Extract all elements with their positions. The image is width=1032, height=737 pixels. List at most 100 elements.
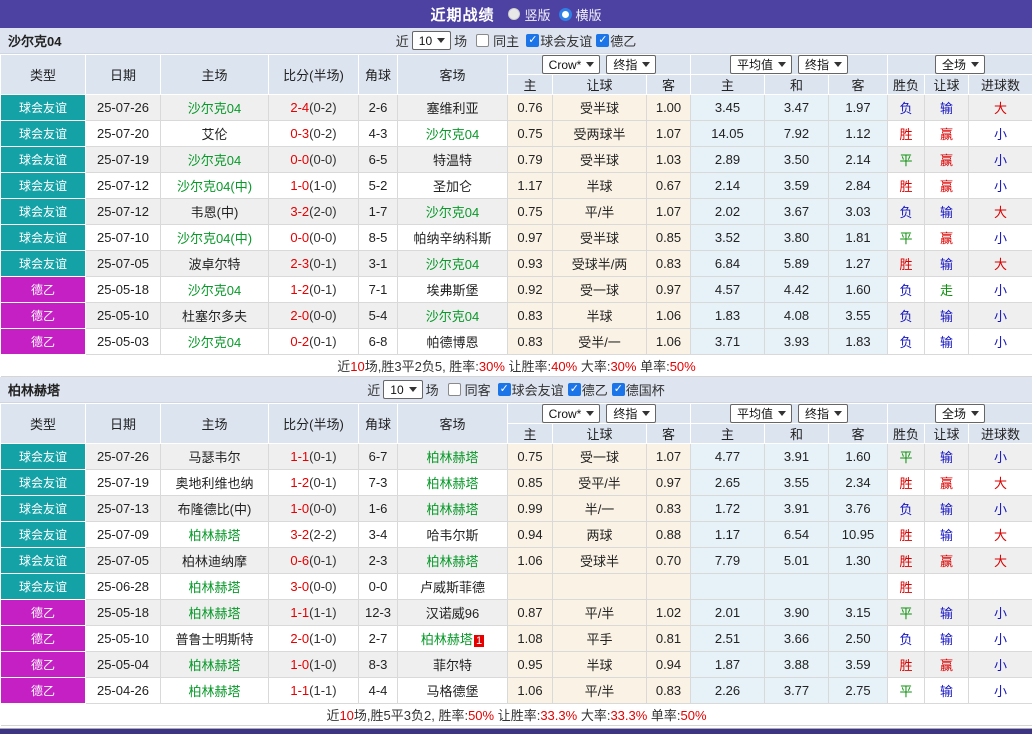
fulltime-score: 1-1 xyxy=(290,449,310,464)
result-wdl: 胜 xyxy=(887,120,926,147)
handicap-away-odds: 0.97 xyxy=(646,469,691,496)
home-team-link[interactable]: 普鲁士明斯特 xyxy=(175,632,253,647)
handicap-line: 平/半 xyxy=(552,198,647,225)
league-checkbox[interactable] xyxy=(611,382,625,396)
home-team-link[interactable]: 艾伦 xyxy=(201,127,227,142)
radio-icon[interactable] xyxy=(508,8,521,20)
home-team-link[interactable]: 布隆德比(中) xyxy=(178,502,252,517)
home-team-link[interactable]: 沙尔克04(中) xyxy=(177,231,252,246)
home-team-link[interactable]: 沙尔克04 xyxy=(188,153,241,168)
away-team-link[interactable]: 柏林赫塔 xyxy=(426,450,478,465)
away-team-link[interactable]: 沙尔克04 xyxy=(426,309,479,324)
league-checkbox[interactable] xyxy=(526,33,540,47)
recent-results-page: 近期战绩 竖版 横版 沙尔克04 近 10 场 同主 ✓ 球会友谊 ✓ 德乙 类… xyxy=(0,0,1032,737)
league-filter: 德乙 xyxy=(592,31,636,50)
avg-away-odds: 3.55 xyxy=(827,302,889,329)
home-team-link[interactable]: 沙尔克04 xyxy=(188,101,241,116)
home-team-cell: 艾伦 xyxy=(160,120,269,147)
handicap-away-odds: 1.07 xyxy=(646,443,691,470)
home-team-link[interactable]: 柏林迪纳摩 xyxy=(182,554,247,569)
home-team-link[interactable]: 波卓尔特 xyxy=(188,257,240,272)
score-cell: 1-0(0-0) xyxy=(268,495,359,522)
corners-cell: 3-1 xyxy=(358,250,398,277)
fullmatch-select[interactable]: 全场 xyxy=(935,55,986,74)
away-team-link[interactable]: 马格德堡 xyxy=(426,684,478,699)
result-wdl: 平 xyxy=(887,677,926,704)
away-team-link[interactable]: 沙尔克04 xyxy=(426,257,479,272)
result-wdl: 负 xyxy=(887,276,926,303)
average-stage-select[interactable]: 终指 xyxy=(798,55,849,74)
away-team-link[interactable]: 沙尔克04 xyxy=(426,205,479,220)
home-team-cell: 波卓尔特 xyxy=(160,250,269,277)
layout-option-vertical[interactable]: 竖版 xyxy=(508,5,551,24)
result-wdl: 负 xyxy=(887,625,926,652)
league-filter: 德乙 xyxy=(564,380,608,399)
away-team-link[interactable]: 菲尔特 xyxy=(433,658,472,673)
away-team-link[interactable]: 汉诺威96 xyxy=(426,606,479,621)
match-count-select[interactable]: 10 xyxy=(383,380,423,399)
away-team-link[interactable]: 塞维利亚 xyxy=(426,101,478,116)
home-team-link[interactable]: 沙尔克04(中) xyxy=(177,179,252,194)
avg-draw-odds: 3.50 xyxy=(764,146,829,173)
col-header-away: 客场 xyxy=(397,403,508,444)
summary-part: 让胜率: xyxy=(504,359,552,374)
average-odds-select[interactable]: 平均值 xyxy=(729,55,792,74)
home-team-link[interactable]: 马瑟韦尔 xyxy=(188,450,240,465)
result-handicap: 输 xyxy=(924,677,970,704)
away-team-link[interactable]: 柏林赫塔 xyxy=(426,502,478,517)
away-team-link[interactable]: 柏林赫塔 xyxy=(426,554,478,569)
result-goals: 大 xyxy=(968,469,1032,496)
handicap-home-odds: 1.17 xyxy=(507,172,553,199)
crown-stage-select[interactable]: 终指 xyxy=(606,404,657,423)
league-checkbox[interactable] xyxy=(567,382,581,396)
home-team-link[interactable]: 韦恩(中) xyxy=(191,205,239,220)
match-count-select[interactable]: 10 xyxy=(411,31,452,50)
fullmatch-select[interactable]: 全场 xyxy=(935,404,986,423)
same-venue-checkbox[interactable] xyxy=(476,34,490,47)
away-team-link[interactable]: 特温特 xyxy=(433,153,472,168)
away-team-link[interactable]: 哈韦尔斯 xyxy=(426,528,478,543)
home-team-link[interactable]: 沙尔克04 xyxy=(188,283,241,298)
fulltime-score: 3-2 xyxy=(290,204,310,219)
away-team-link[interactable]: 圣加仑 xyxy=(433,179,472,194)
halftime-score: (0-0) xyxy=(309,579,337,594)
home-team-link[interactable]: 柏林赫塔 xyxy=(188,658,240,673)
league-filter: 球会友谊 xyxy=(494,380,564,399)
summary-part: 单率: xyxy=(647,708,681,723)
away-team-link[interactable]: 帕德博恩 xyxy=(426,335,478,350)
corners-cell: 4-3 xyxy=(358,120,398,147)
crown-odds-select[interactable]: Crow* xyxy=(541,55,601,74)
handicap-group-header: Crow* 终指 xyxy=(507,403,691,424)
away-team-link[interactable]: 帕纳辛纳科斯 xyxy=(413,231,491,246)
away-team-link[interactable]: 沙尔克04 xyxy=(426,127,479,142)
league-checkbox[interactable] xyxy=(497,382,511,396)
summary-text: 近10场,胜5平3负2, 胜率:50% 让胜率:33.3% 大率:33.3% 单… xyxy=(0,703,1032,726)
league-filter: 德国杯 xyxy=(608,380,665,399)
match-row: 球会友谊 25-07-05 柏林迪纳摩 0-6(0-1) 2-3 柏林赫塔 1.… xyxy=(0,547,1032,574)
radio-icon[interactable] xyxy=(558,7,572,21)
home-team-link[interactable]: 柏林赫塔 xyxy=(188,684,240,699)
match-date: 25-04-26 xyxy=(85,677,161,704)
crown-stage-select[interactable]: 终指 xyxy=(606,55,657,74)
home-team-link[interactable]: 柏林赫塔 xyxy=(188,580,240,595)
home-team-link[interactable]: 奥地利维也纳 xyxy=(175,476,253,491)
same-venue-checkbox[interactable] xyxy=(447,383,461,396)
away-team-link[interactable]: 柏林赫塔 xyxy=(426,476,478,491)
average-odds-value: 平均值 xyxy=(736,407,773,421)
home-team-link[interactable]: 杜塞尔多夫 xyxy=(182,309,247,324)
avg-draw-odds: 3.59 xyxy=(764,172,829,199)
away-team-link[interactable]: 埃弗斯堡 xyxy=(426,283,478,298)
average-stage-select[interactable]: 终指 xyxy=(798,404,849,423)
league-checkbox[interactable] xyxy=(596,33,610,47)
away-team-link[interactable]: 柏林赫塔 xyxy=(421,632,473,647)
home-team-link[interactable]: 柏林赫塔 xyxy=(188,606,240,621)
home-team-cell: 柏林赫塔 xyxy=(160,599,269,626)
crown-odds-select[interactable]: Crow* xyxy=(541,404,601,423)
home-team-link[interactable]: 柏林赫塔 xyxy=(188,528,240,543)
away-team-link[interactable]: 卢威斯菲德 xyxy=(420,580,485,595)
home-team-link[interactable]: 沙尔克04 xyxy=(188,335,241,350)
average-odds-select[interactable]: 平均值 xyxy=(729,404,792,423)
layout-option-horizontal[interactable]: 横版 xyxy=(558,5,602,24)
subcol-handicap-away: 客 xyxy=(646,74,691,95)
result-goals: 大 xyxy=(968,547,1032,574)
